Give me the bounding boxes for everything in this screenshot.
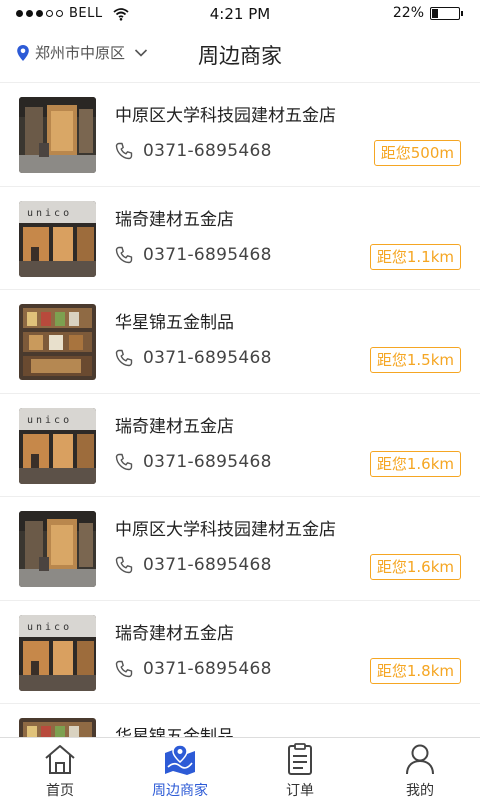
shop-name: 华星锦五金制品: [115, 313, 234, 333]
shop-name: 华星锦五金制品: [115, 727, 234, 737]
order-list-icon: [288, 743, 312, 775]
status-right: 22%: [392, 5, 463, 21]
shop-thumbnail: unico: [19, 407, 96, 484]
phone-icon: [115, 660, 133, 677]
svg-text:unico: unico: [27, 208, 72, 219]
distance-badge: 距您1.1km: [369, 243, 461, 270]
shop-phone-row[interactable]: 0371-6895468: [115, 141, 272, 161]
shop-phone-row[interactable]: 0371-6895468: [115, 245, 272, 265]
shop-phone-row[interactable]: 0371-6895468: [115, 452, 272, 472]
shop-name: 瑞奇建材五金店: [115, 623, 234, 644]
distance-badge: 距您500m: [373, 140, 461, 166]
shop-phone: 0371-6895468: [143, 348, 272, 368]
shop-phone-row[interactable]: 0371-6895468: [115, 555, 272, 575]
shop-phone: 0371-6895468: [143, 244, 272, 265]
svg-text:unico: unico: [27, 622, 72, 633]
battery-percent: 22%: [392, 5, 424, 21]
status-bar: BELL 4:21 PM 22%: [0, 0, 480, 28]
phone-icon: [115, 142, 133, 160]
shop-thumbnail: [19, 97, 96, 173]
shop-list-item[interactable]: 华星锦五金制品: [0, 704, 480, 737]
tab-profile[interactable]: 我的: [360, 738, 480, 800]
tab-bar: 首页 周边商家 订单 我的: [0, 737, 480, 800]
phone-icon: [115, 453, 133, 470]
distance-badge: 距您1.6km: [369, 554, 461, 580]
user-icon: [406, 744, 434, 775]
shop-thumbnail: unico: [19, 614, 96, 691]
shop-name: 中原区大学科技园建材五金店: [115, 106, 336, 126]
tab-home[interactable]: 首页: [0, 738, 120, 800]
shop-name: 瑞奇建材五金店: [115, 416, 234, 437]
distance-badge: 距您1.8km: [369, 657, 461, 684]
shop-phone: 0371-6895468: [143, 141, 272, 161]
map-location-icon: [165, 744, 195, 775]
tab-orders[interactable]: 订单: [240, 738, 360, 800]
tab-nearby-shops[interactable]: 周边商家: [120, 738, 240, 800]
phone-icon: [115, 349, 133, 367]
shop-phone-row[interactable]: 0371-6895468: [115, 348, 272, 368]
battery-icon: [430, 6, 463, 20]
shop-phone: 0371-6895468: [143, 555, 272, 575]
shop-list-item[interactable]: unico 瑞奇建材五金店 0371-6895468 距您1.1km: [0, 187, 480, 290]
shop-list-item[interactable]: unico 瑞奇建材五金店 0371-6895468 距您1.8km: [0, 601, 480, 704]
shop-phone-row[interactable]: 0371-6895468: [115, 659, 272, 679]
shop-list-item[interactable]: 华星锦五金制品 0371-6895468 距您1.5km: [0, 290, 480, 394]
svg-text:unico: unico: [27, 415, 72, 426]
tab-label-nearby-shops: 周边商家: [152, 783, 208, 799]
tab-label-orders: 订单: [286, 783, 314, 799]
tab-label-home: 首页: [46, 783, 74, 799]
shop-list[interactable]: 中原区大学科技园建材五金店 0371-6895468 距您500m unico 瑞奇建材…: [0, 83, 480, 737]
shop-thumbnail: [19, 304, 96, 380]
distance-badge: 距您1.5km: [369, 347, 461, 373]
shop-phone: 0371-6895468: [143, 658, 272, 679]
shop-list-item[interactable]: unico 瑞奇建材五金店 0371-6895468 距您1.6km: [0, 394, 480, 497]
shop-phone: 0371-6895468: [143, 451, 272, 472]
page-title: 周边商家: [198, 44, 282, 68]
phone-icon: [115, 556, 133, 574]
home-icon: [45, 745, 75, 774]
shop-thumbnail: [19, 718, 96, 737]
nav-header: 郑州市中原区 周边商家: [0, 28, 480, 83]
shop-list-item[interactable]: 中原区大学科技园建材五金店 0371-6895468 距您500m: [0, 83, 480, 187]
distance-badge: 距您1.6km: [369, 450, 461, 477]
shop-name: 瑞奇建材五金店: [115, 209, 234, 230]
tab-label-profile: 我的: [406, 783, 434, 799]
shop-list-item[interactable]: 中原区大学科技园建材五金店 0371-6895468 距您1.6km: [0, 497, 480, 601]
shop-thumbnail: unico: [19, 200, 96, 277]
phone-icon: [115, 246, 133, 263]
shop-thumbnail: [19, 511, 96, 587]
shop-name: 中原区大学科技园建材五金店: [115, 520, 336, 540]
